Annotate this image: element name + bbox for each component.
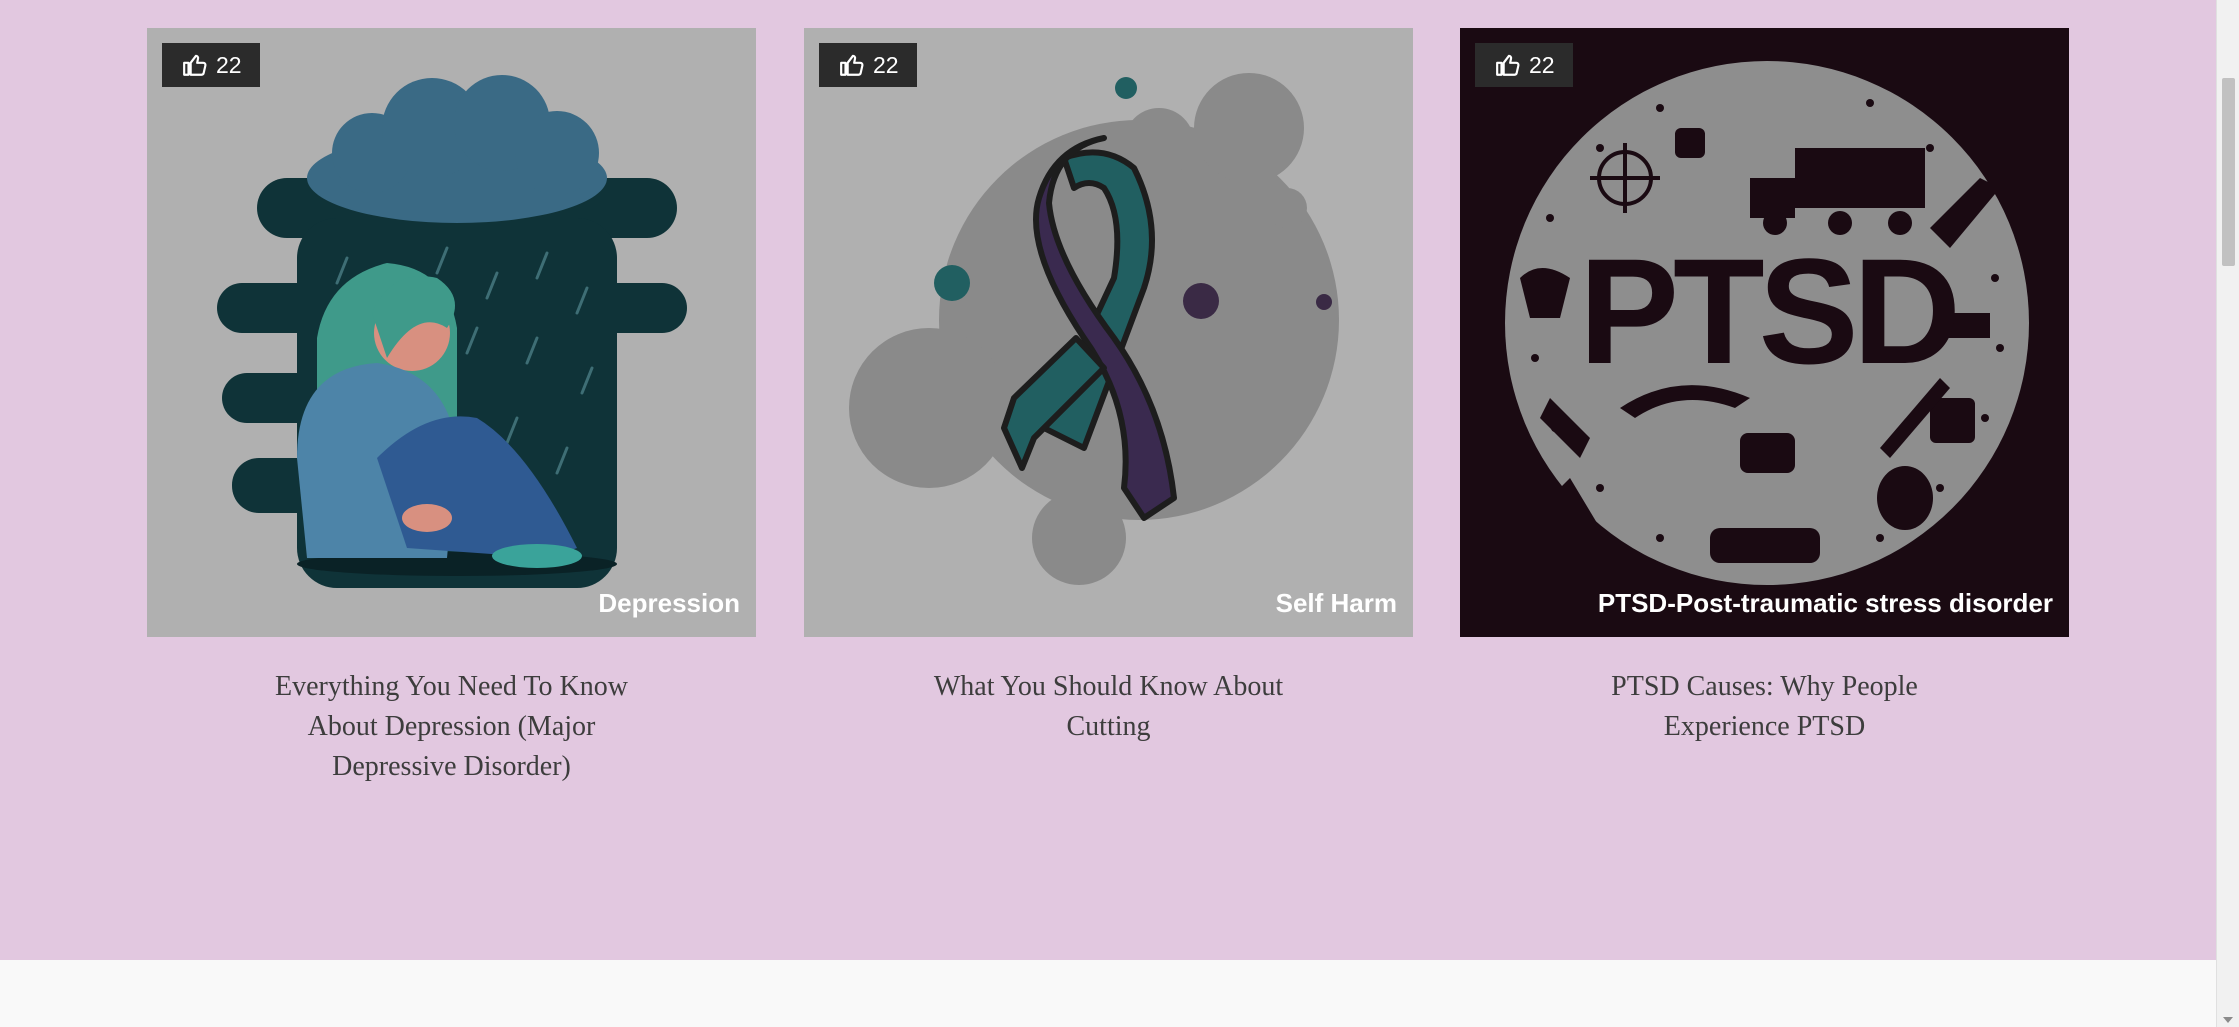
article-card-ptsd[interactable]: PTSD 22 PTSD-Post-traumatic stress disor… — [1460, 28, 2069, 747]
article-title[interactable]: Everything You Need To Know About Depres… — [252, 667, 652, 787]
card-image[interactable]: 22 Self Harm — [804, 28, 1413, 637]
vertical-scrollbar[interactable] — [2216, 0, 2239, 1027]
category-label[interactable]: PTSD-Post-traumatic stress disorder — [1598, 588, 2053, 619]
scroll-down-arrow-icon[interactable] — [2223, 1017, 2233, 1023]
like-count-badge[interactable]: 22 — [819, 43, 917, 87]
category-label[interactable]: Self Harm — [1276, 588, 1397, 619]
thumbs-up-icon — [1496, 54, 1520, 76]
svg-text:PTSD: PTSD — [1579, 227, 1956, 395]
sad-girl-rain-cloud-illustration — [147, 28, 756, 637]
article-card-self-harm[interactable]: 22 Self Harm What You Should Know About … — [804, 28, 1413, 747]
scrollbar-thumb[interactable] — [2222, 78, 2235, 266]
like-count: 22 — [216, 51, 242, 78]
thumbs-up-icon — [183, 54, 207, 76]
article-title[interactable]: What You Should Know About Cutting — [909, 667, 1309, 747]
thumbs-up-icon — [840, 54, 864, 76]
like-count-badge[interactable]: 22 — [162, 43, 260, 87]
awareness-ribbon-illustration — [804, 28, 1413, 637]
page-main: 22 Depression Everything You Need To Kno… — [0, 0, 2216, 960]
like-count: 22 — [873, 51, 899, 78]
footer-area — [0, 960, 2216, 1027]
card-image[interactable]: 22 Depression — [147, 28, 756, 637]
article-title[interactable]: PTSD Causes: Why People Experience PTSD — [1565, 667, 1965, 747]
article-card-depression[interactable]: 22 Depression Everything You Need To Kno… — [147, 28, 756, 787]
card-image[interactable]: PTSD 22 PTSD-Post-traumatic stress disor… — [1460, 28, 2069, 637]
like-count: 22 — [1529, 51, 1555, 78]
like-count-badge[interactable]: 22 — [1475, 43, 1573, 87]
ptsd-military-circle-illustration: PTSD — [1460, 28, 2069, 637]
category-label[interactable]: Depression — [598, 588, 740, 619]
